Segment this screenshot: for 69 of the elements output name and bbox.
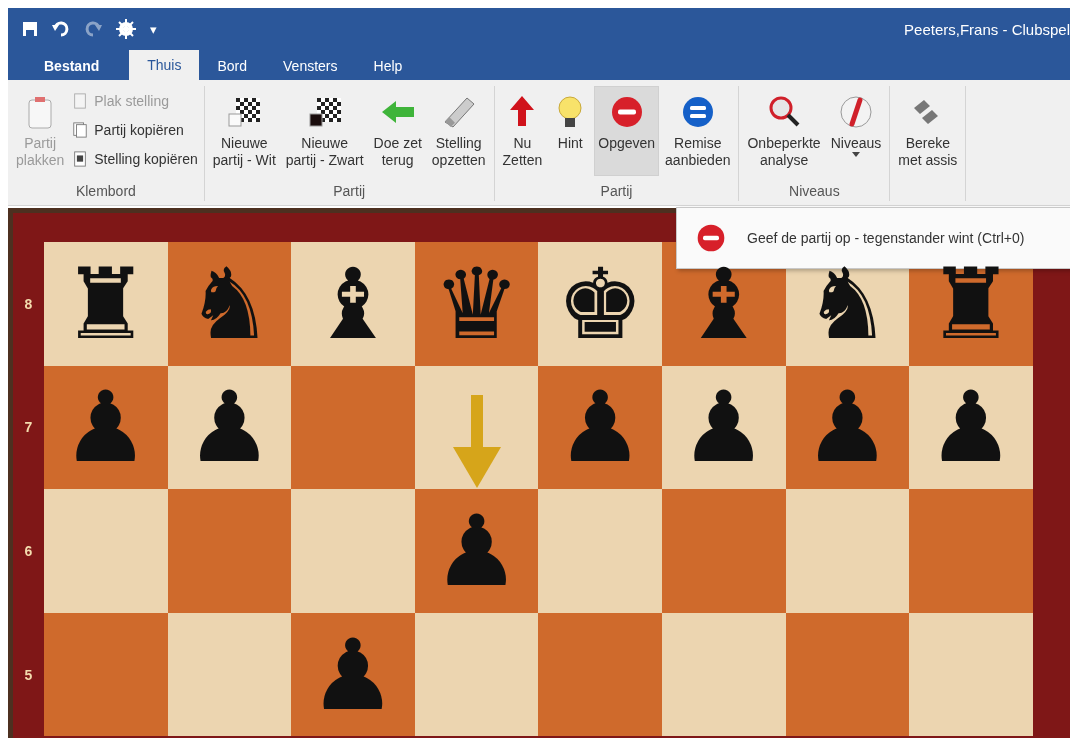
- undo-icon[interactable]: [52, 21, 70, 37]
- chess-piece[interactable]: ♛: [432, 254, 521, 353]
- group-label: Partij: [599, 183, 634, 201]
- board-square[interactable]: ♝: [291, 242, 415, 366]
- dial-icon: [837, 94, 874, 130]
- chess-piece[interactable]: ♟: [185, 378, 274, 477]
- ribbon-button[interactable]: Nu Zetten: [498, 86, 547, 176]
- chess-piece[interactable]: ♟: [679, 378, 768, 477]
- chess-piece[interactable]: ♟: [432, 502, 521, 600]
- board-square[interactable]: ♟: [661, 365, 786, 490]
- group-label: Partij: [332, 183, 367, 201]
- file-tab[interactable]: Bestand: [14, 52, 130, 80]
- group-label: Klembord: [74, 183, 137, 201]
- rank-label: 8: [23, 294, 34, 314]
- ribbon-button[interactable]: Nieuwe partij - Zwart: [281, 86, 368, 176]
- board-square[interactable]: ♟: [291, 612, 415, 737]
- chess-piece[interactable]: ♞: [803, 254, 892, 353]
- board-square[interactable]: [167, 612, 292, 737]
- board-square[interactable]: ♚: [538, 242, 662, 366]
- ribbon-tab[interactable]: Bord: [199, 52, 266, 80]
- minus-circle-icon: [695, 222, 727, 254]
- board-square[interactable]: ♞: [167, 242, 292, 366]
- customize-dropdown[interactable]: ▾: [150, 21, 157, 37]
- ribbon-small-button[interactable]: Stelling kopiëren: [70, 146, 200, 171]
- ribbon-button[interactable]: Opgeven: [594, 86, 660, 176]
- chess-piece[interactable]: ♜: [927, 254, 1015, 353]
- board-square[interactable]: ♛: [414, 242, 539, 366]
- ribbon-small-button[interactable]: Partij kopiëren: [70, 117, 200, 142]
- copy-icon: [72, 119, 89, 140]
- board-square[interactable]: ♟: [785, 365, 910, 490]
- save-icon[interactable]: [22, 21, 38, 37]
- window-title: Peeters,Frans - Clubspel: [904, 20, 1070, 38]
- paste-icon: [72, 90, 89, 111]
- board-square[interactable]: [414, 612, 539, 737]
- board-square[interactable]: ♟: [909, 365, 1033, 490]
- rank-label: 5: [23, 665, 34, 685]
- board-square[interactable]: [785, 612, 910, 737]
- ribbon-button[interactable]: Hint: [548, 86, 593, 176]
- rank-label: 7: [23, 418, 34, 438]
- board-square[interactable]: [661, 612, 786, 737]
- rank-label: 6: [23, 542, 34, 561]
- chess-piece[interactable]: ♟: [309, 625, 397, 724]
- chess-piece[interactable]: ♝: [679, 254, 768, 353]
- ribbon-button[interactable]: Niveaus: [826, 86, 886, 176]
- ribbon-tab[interactable]: Thuis: [129, 50, 200, 80]
- board-square[interactable]: ♟: [44, 365, 168, 490]
- ribbon-button[interactable]: Doe zet terug: [369, 86, 426, 176]
- chess-piece[interactable]: ♟: [803, 378, 892, 477]
- ribbon-button[interactable]: Nieuwe partij - Wit: [208, 86, 280, 176]
- board-square[interactable]: ♜: [44, 242, 168, 366]
- chess-piece[interactable]: ♝: [309, 254, 397, 353]
- chess-piece[interactable]: ♟: [556, 378, 645, 477]
- ribbon-button[interactable]: Onbeperkte analyse: [743, 86, 825, 176]
- ribbon-button[interactable]: Stelling opzetten: [427, 86, 490, 176]
- ribbon-button[interactable]: Remise aanbieden: [661, 86, 735, 176]
- chess-piece[interactable]: ♞: [185, 254, 274, 353]
- chess-piece[interactable]: ♚: [556, 254, 645, 353]
- chess-piece[interactable]: ♟: [927, 378, 1015, 477]
- group-label: Niveaus: [788, 183, 841, 201]
- board-square[interactable]: ♟: [167, 365, 292, 490]
- copy-board-icon: [72, 148, 89, 169]
- chess-piece[interactable]: ♟: [61, 378, 150, 477]
- chess-piece[interactable]: ♜: [61, 254, 150, 353]
- caret-icon: [851, 152, 860, 158]
- board-square[interactable]: ♟: [538, 365, 662, 490]
- ribbon-tab[interactable]: Help: [355, 52, 421, 80]
- board-square[interactable]: ♟: [414, 489, 539, 613]
- ribbon-button[interactable]: Bereke met assis: [894, 86, 962, 176]
- ribbon-tab[interactable]: Vensters: [265, 52, 356, 80]
